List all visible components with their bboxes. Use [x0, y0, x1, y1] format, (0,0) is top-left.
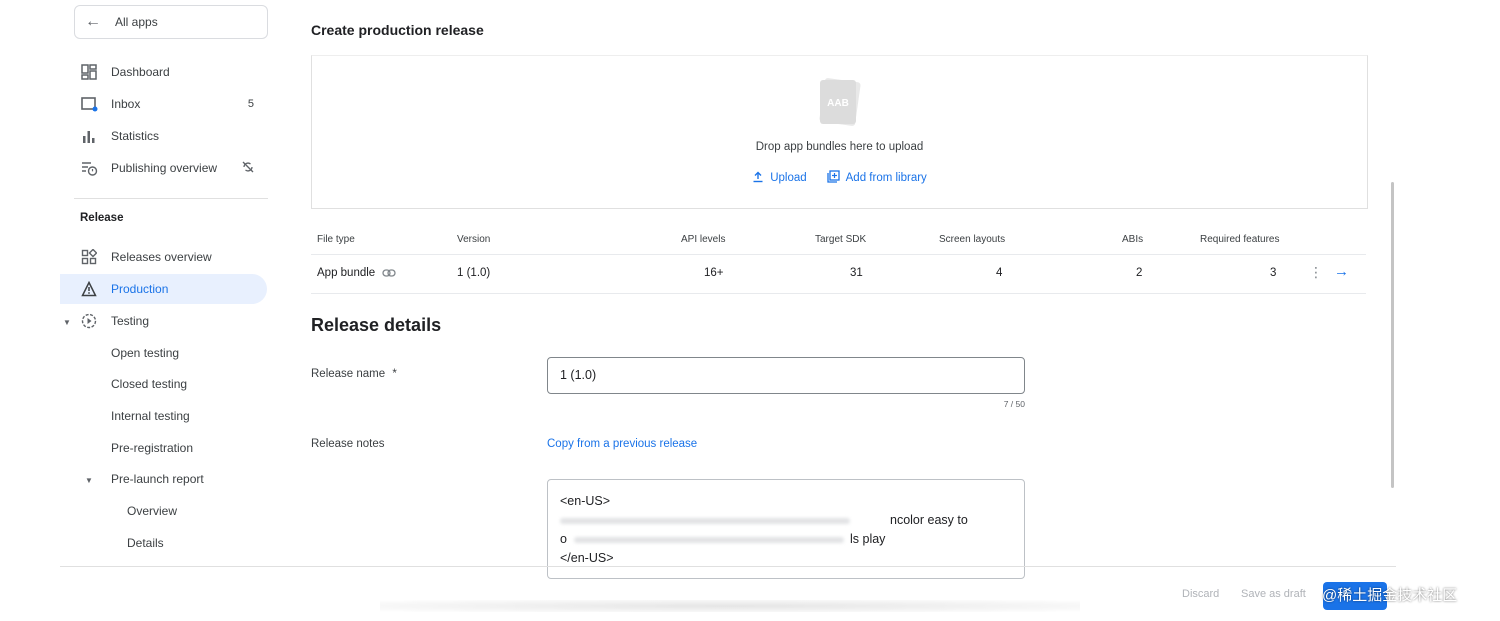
table-divider: [311, 293, 1366, 294]
required-mark: *: [392, 368, 397, 380]
sidebar-item-pre-launch-report[interactable]: Pre-launch report: [60, 464, 267, 494]
sidebar-item-label: Internal testing: [111, 409, 190, 423]
redacted-text: [560, 518, 850, 524]
main-content: Create production release AAB Drop app b…: [311, 0, 1386, 579]
notes-line-redacted: o ls play: [560, 530, 1012, 549]
sidebar-item-dashboard[interactable]: Dashboard: [60, 57, 267, 87]
footer-shadow: [380, 600, 1080, 612]
column-header-file-type: File type: [317, 234, 355, 245]
sidebar: ← All apps Dashboard Inbox 5 Statistics …: [60, 0, 272, 566]
sidebar-item-label: Releases overview: [111, 250, 212, 264]
back-arrow-icon: ←: [85, 13, 101, 30]
sidebar-divider: [74, 198, 268, 199]
all-apps-button[interactable]: ← All apps: [74, 5, 268, 39]
upload-label: Upload: [770, 172, 807, 184]
sidebar-item-releases-overview[interactable]: Releases overview: [60, 242, 267, 272]
release-section-label: Release: [80, 212, 124, 224]
release-name-char-counter: 7 / 50: [1003, 399, 1025, 409]
redacted-text: [574, 537, 844, 543]
release-name-label: Release name *: [311, 368, 397, 380]
sidebar-item-testing[interactable]: Testing: [60, 306, 267, 336]
drop-instructions: Drop app bundles here to upload: [755, 141, 924, 153]
more-vert-icon[interactable]: ⋮: [1309, 264, 1323, 281]
sidebar-item-production[interactable]: Production: [60, 274, 267, 304]
scrollbar[interactable]: [1391, 182, 1394, 488]
page-title: Create production release: [311, 22, 484, 38]
releases-overview-icon: [80, 248, 98, 266]
add-from-library-button[interactable]: Add from library: [826, 170, 927, 186]
dashboard-icon: [80, 63, 98, 81]
sidebar-item-details[interactable]: Details: [60, 528, 267, 558]
add-from-library-label: Add from library: [845, 172, 927, 184]
column-header-api-levels: API levels: [681, 234, 726, 245]
cell-target-sdk: 31: [850, 267, 863, 279]
release-details-heading: Release details: [311, 315, 442, 335]
notes-fragment: o: [560, 532, 567, 546]
library-add-icon: [826, 170, 840, 186]
inbox-count-badge: 5: [247, 98, 254, 110]
link-icon: [382, 268, 396, 281]
cell-file-type: App bundle: [317, 267, 376, 279]
sidebar-item-overview[interactable]: Overview: [60, 496, 267, 526]
sidebar-item-label: Production: [111, 282, 169, 296]
release-name-label-text: Release name: [311, 368, 386, 380]
app-bundle-drop-zone[interactable]: AAB Drop app bundles here to upload Uplo…: [311, 55, 1368, 209]
watermark: @稀土掘金技术社区: [1322, 587, 1458, 604]
column-header-required-features: Required features: [1200, 234, 1280, 245]
production-icon: [80, 280, 98, 298]
sidebar-item-pre-registration[interactable]: Pre-registration: [60, 433, 267, 463]
upload-icon: [752, 171, 764, 186]
release-name-input[interactable]: 1 (1.0): [547, 357, 1025, 394]
sidebar-item-label: Details: [127, 536, 164, 550]
sidebar-item-label: Testing: [111, 314, 150, 328]
drop-actions: Upload Add from library: [312, 170, 1367, 186]
cell-abis: 2: [1136, 267, 1143, 279]
publishing-overview-icon: [80, 159, 98, 177]
sidebar-item-label: Closed testing: [111, 377, 188, 391]
column-header-screen-layouts: Screen layouts: [939, 234, 1006, 245]
sidebar-item-label: Statistics: [111, 129, 160, 143]
sidebar-item-publishing-overview[interactable]: Publishing overview: [60, 153, 267, 183]
sidebar-item-label: Pre-launch report: [111, 472, 204, 486]
cell-screen-layouts: 4: [996, 267, 1003, 279]
notes-line: <en-US>: [560, 494, 611, 508]
sidebar-item-inbox[interactable]: Inbox 5: [60, 89, 267, 119]
sidebar-item-label: Inbox: [111, 97, 141, 111]
notes-line-redacted: ncolor easy to: [560, 511, 1012, 530]
release-notes-textarea[interactable]: <en-US> ncolor easy to o ls play </en-US…: [547, 479, 1025, 579]
sidebar-item-label: Pre-registration: [111, 441, 194, 455]
aab-file-icon: AAB: [816, 76, 862, 128]
column-header-target-sdk: Target SDK: [815, 234, 867, 245]
aab-label: AAB: [827, 98, 849, 109]
testing-icon: [80, 312, 98, 330]
cell-api-levels: 16+: [704, 267, 724, 279]
cell-required-features: 3: [1270, 267, 1277, 279]
all-apps-label: All apps: [115, 15, 158, 29]
inbox-icon: [80, 95, 98, 113]
sync-off-icon: [242, 161, 254, 176]
notes-fragment: ls play: [850, 532, 886, 546]
sidebar-item-label: Dashboard: [111, 65, 170, 79]
sidebar-item-statistics[interactable]: Statistics: [60, 121, 267, 151]
sidebar-item-open-testing[interactable]: Open testing: [60, 338, 267, 368]
notes-fragment: ncolor easy to: [890, 513, 968, 527]
cell-version: 1 (1.0): [457, 267, 491, 279]
column-header-version: Version: [457, 234, 491, 245]
save-as-draft-button[interactable]: Save as draft: [1241, 588, 1306, 600]
sidebar-item-internal-testing[interactable]: Internal testing: [60, 401, 267, 431]
column-header-abis: ABIs: [1122, 234, 1144, 245]
arrow-forward-icon[interactable]: →: [1334, 263, 1349, 280]
upload-button[interactable]: Upload: [752, 170, 807, 186]
release-notes-label: Release notes: [311, 438, 385, 450]
statistics-icon: [80, 127, 98, 145]
discard-button[interactable]: Discard: [1182, 588, 1219, 600]
sidebar-item-label: Publishing overview: [111, 161, 218, 175]
footer-divider: [60, 566, 1396, 567]
sidebar-item-label: Open testing: [111, 346, 180, 360]
sidebar-item-label: Overview: [127, 504, 178, 518]
sidebar-item-closed-testing[interactable]: Closed testing: [60, 369, 267, 399]
copy-from-previous-release-link[interactable]: Copy from a previous release: [547, 438, 697, 450]
table-divider: [311, 254, 1366, 255]
